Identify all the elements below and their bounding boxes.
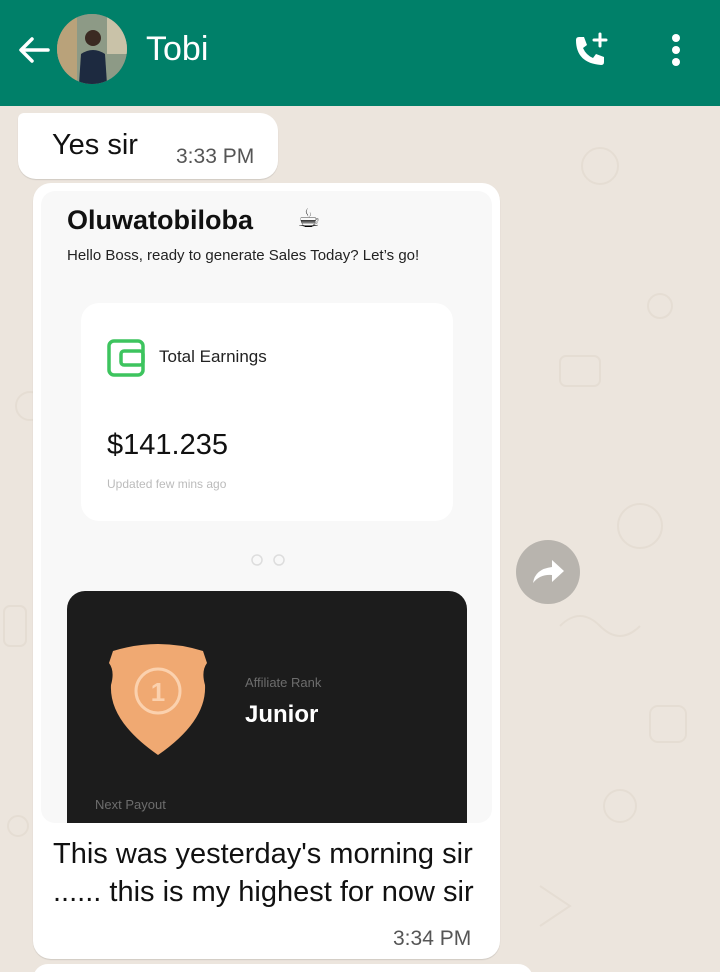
message-caption: This was yesterday's morning sir ...... … (53, 838, 474, 908)
message-text: Yes sir (52, 129, 138, 161)
contact-name[interactable]: Tobi (146, 30, 208, 69)
earnings-amount: $141.235 (107, 429, 228, 461)
message-bubble[interactable]: Yes sir 3:33 PM (18, 113, 278, 179)
earnings-card: Total Earnings $141.235 Updated few mins… (81, 303, 453, 521)
add-call-button[interactable] (568, 30, 614, 74)
rank-badge-icon: 1 (109, 644, 207, 755)
forward-button[interactable] (516, 540, 580, 604)
contact-photo (57, 14, 127, 84)
chat-header: Tobi (0, 0, 720, 106)
coffee-emoji: ☕ (297, 203, 321, 233)
next-payout-label: Next Payout (95, 797, 166, 812)
message-time: 3:33 PM (176, 145, 255, 168)
rank-value: Junior (245, 701, 319, 728)
more-vertical-icon (672, 34, 680, 66)
more-menu-button[interactable] (664, 30, 688, 74)
back-button[interactable] (14, 30, 54, 70)
badge-number: 1 (151, 677, 165, 707)
avatar[interactable] (57, 14, 127, 84)
arrow-left-icon (19, 37, 50, 63)
carousel-dots (251, 554, 285, 566)
shared-screenshot[interactable]: Oluwatobiloba ☕ Hello Boss, ready to gen… (41, 191, 492, 823)
earnings-label: Total Earnings (159, 347, 267, 366)
user-name: Oluwatobiloba (67, 205, 253, 235)
add-call-icon (576, 32, 608, 65)
forward-icon (533, 560, 564, 583)
affiliate-rank-card: 1 Affiliate Rank Junior Next Payout (67, 591, 467, 823)
updated-text: Updated few mins ago (107, 477, 227, 491)
greeting-text: Hello Boss, ready to generate Sales Toda… (67, 247, 420, 264)
message-time: 3:34 PM (393, 927, 472, 950)
rank-label: Affiliate Rank (245, 675, 322, 690)
wallet-icon (107, 339, 145, 377)
image-message-bubble[interactable]: Oluwatobiloba ☕ Hello Boss, ready to gen… (33, 183, 500, 959)
message-bubble-partial[interactable] (33, 964, 533, 972)
